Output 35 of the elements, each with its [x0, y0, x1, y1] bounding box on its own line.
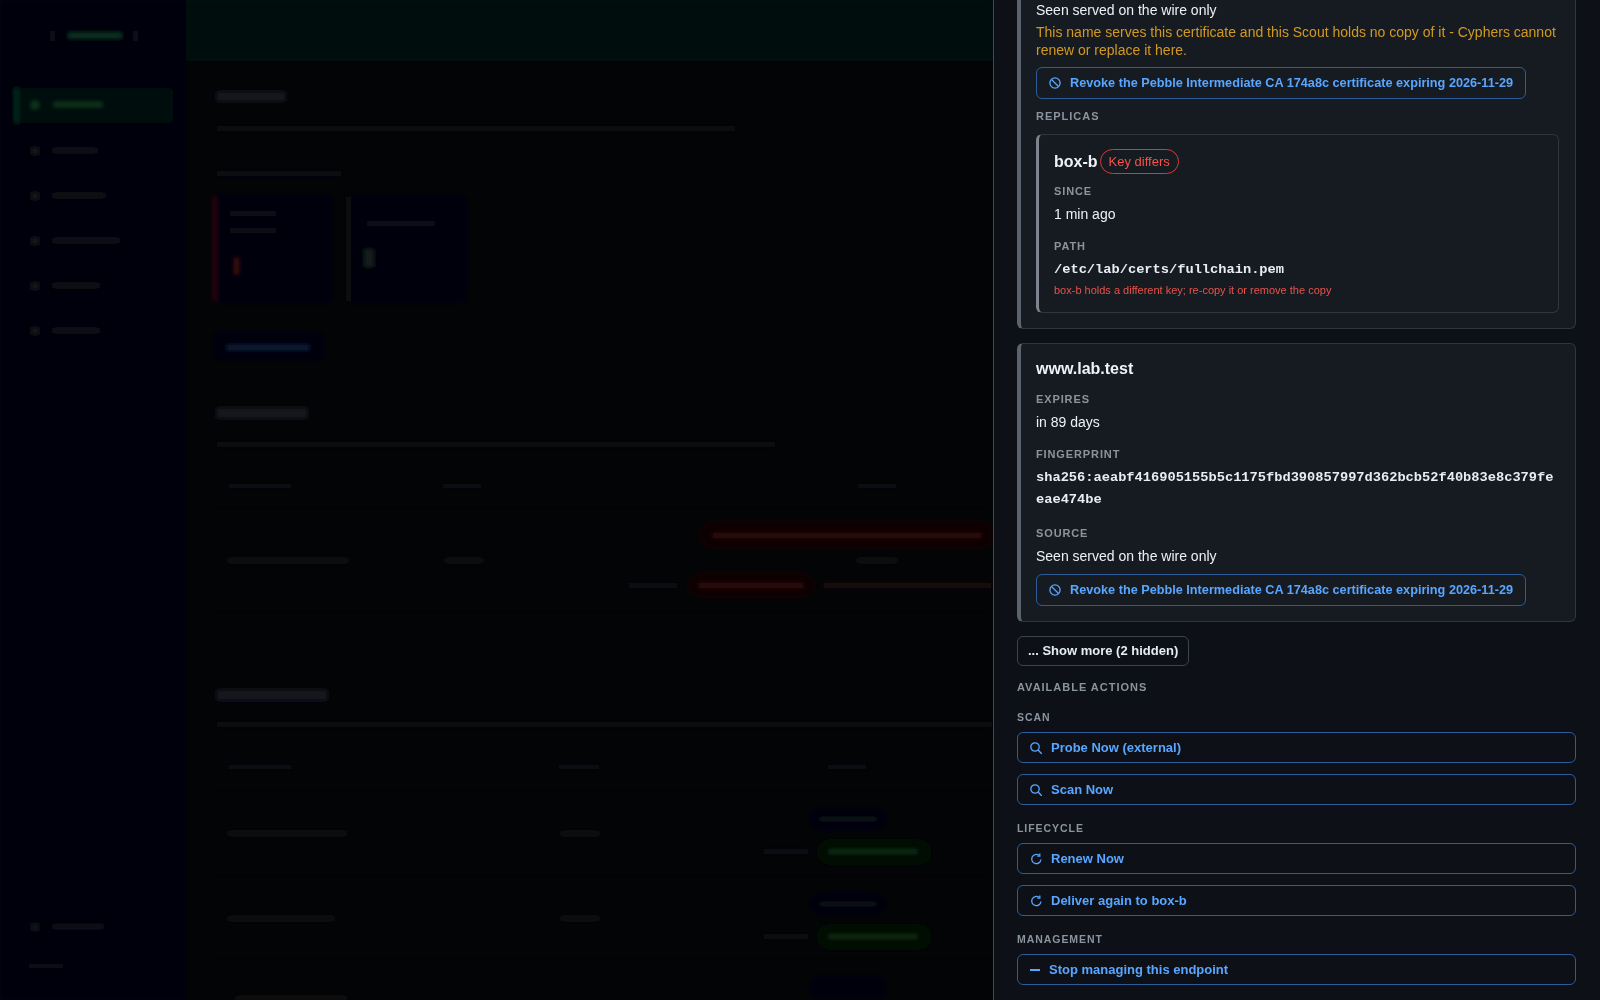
action-button[interactable]: Deliver again to box-b	[1017, 885, 1576, 916]
field-label: FINGERPRINT	[1036, 447, 1122, 461]
group-label: MANAGEMENT	[1017, 932, 1104, 946]
field-label: EXPIRES	[1036, 392, 1091, 406]
field-label: SINCE	[1054, 184, 1094, 198]
code-value: sha256:aeabf416905155b5c1175fbd390857997d362bcb52f40b83e8c379feeae474be	[1036, 469, 1555, 509]
blocked-circle-icon	[1049, 77, 1061, 89]
field-label: PATH	[1054, 239, 1087, 253]
search-icon	[1030, 741, 1042, 754]
blocked-circle-icon	[1049, 584, 1061, 596]
field-label: SOURCE	[1036, 526, 1090, 540]
revoke-button[interactable]: Revoke the Pebble Intermediate CA 174a8c certificate expiring 2026-11-29	[1036, 574, 1527, 606]
refresh-icon	[1030, 852, 1042, 865]
replica-name: box-b	[1054, 151, 1098, 172]
group-label: LIFECYCLE	[1017, 821, 1085, 835]
field-value: 1 min ago	[1054, 205, 1117, 224]
section-label: REPLICAS	[1036, 109, 1101, 123]
action-button[interactable]: Stop managing this endpoint	[1017, 954, 1576, 985]
warning-text: This name serves this certificate and this Scout holds no copy of it - Cyphers cannot renew or replace it here.	[1036, 23, 1557, 59]
search-icon	[1030, 783, 1042, 796]
action-button[interactable]: Scan Now	[1017, 774, 1576, 805]
certificate-title: www.lab.test	[1036, 359, 1135, 379]
revoke-button[interactable]: Revoke the Pebble Intermediate CA 174a8c certificate expiring 2026-11-29	[1036, 67, 1527, 99]
error-text: box-b holds a different key; re-copy it or remove the copy	[1054, 283, 1333, 297]
action-button[interactable]: Probe Now (external)	[1017, 732, 1576, 763]
field-value: Seen served on the wire only	[1036, 1, 1218, 20]
field-value: in 89 days	[1036, 413, 1101, 432]
show-more-button[interactable]: ... Show more (2 hidden)	[1017, 636, 1190, 666]
refresh-icon	[1030, 894, 1042, 907]
action-button[interactable]: Renew Now	[1017, 843, 1576, 874]
field-value: Seen served on the wire only	[1036, 547, 1218, 566]
section-heading: AVAILABLE ACTIONS	[1017, 680, 1149, 694]
group-label: SCAN	[1017, 710, 1052, 724]
minus-icon	[1030, 968, 1040, 971]
code-value: /etc/lab/certs/fullchain.pem	[1054, 261, 1285, 279]
